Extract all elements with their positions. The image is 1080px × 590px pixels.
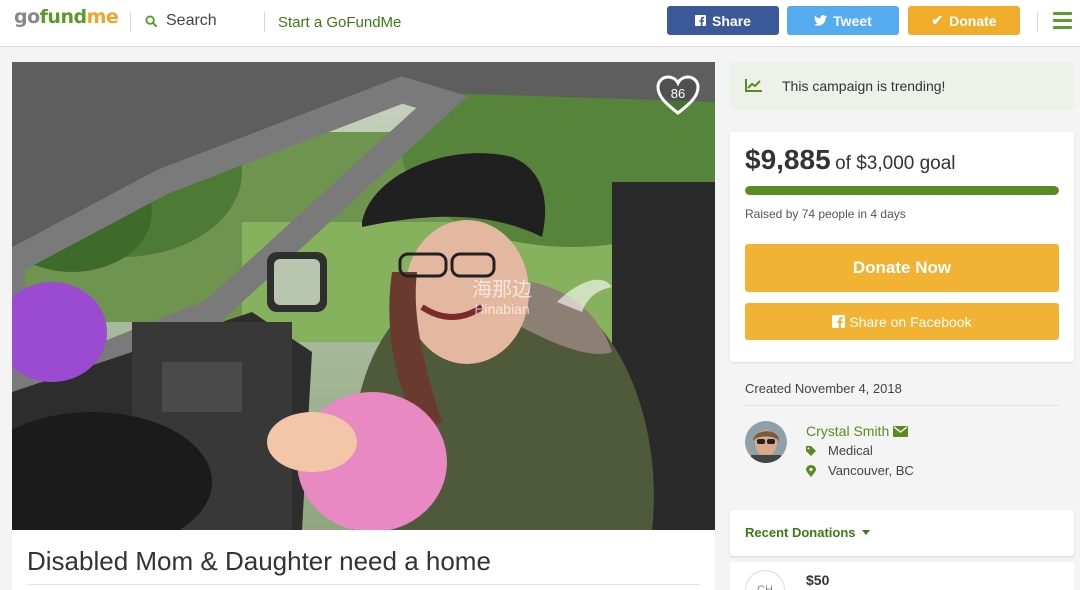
photo-illustration: 海那边 Hinabian xyxy=(12,62,715,530)
share-on-facebook-button[interactable]: Share on Facebook xyxy=(745,303,1059,340)
start-gofundme-link[interactable]: Start a GoFundMe xyxy=(278,14,401,31)
organizer-name: Crystal Smith xyxy=(806,423,890,439)
progress-bar-fill xyxy=(745,186,1059,195)
caret-down-icon xyxy=(861,530,870,535)
location-label: Vancouver, BC xyxy=(828,463,914,478)
divider xyxy=(1037,12,1038,32)
trending-banner: This campaign is trending! xyxy=(730,62,1074,110)
organizer-category: Medical xyxy=(806,443,873,458)
divider xyxy=(264,12,265,32)
donate-button[interactable]: ✔ Donate xyxy=(908,6,1020,35)
progress-bar xyxy=(745,186,1059,195)
donation-amount: $50 xyxy=(806,572,830,588)
donation-list-item: CH $50 xyxy=(730,562,1074,590)
donor-avatar: CH xyxy=(745,570,785,590)
search-label: Search xyxy=(166,12,217,29)
campaign-title: Disabled Mom & Daughter need a home xyxy=(27,546,491,576)
trending-chart-icon xyxy=(745,79,762,92)
donate-label: Donate xyxy=(949,12,997,29)
watermark-english: Hinabian xyxy=(474,301,529,317)
share-facebook-label: Share on Facebook xyxy=(849,313,972,330)
checkmark-icon: ✔ xyxy=(931,12,944,28)
raised-stats: Raised by 74 people in 4 days xyxy=(745,207,906,221)
donation-summary-card: $9,885 of $3,000 goal Raised by 74 peopl… xyxy=(730,132,1074,362)
organizer-name-link[interactable]: Crystal Smith xyxy=(806,423,909,439)
goal-text: of $3,000 goal xyxy=(835,153,956,174)
trending-text: This campaign is trending! xyxy=(782,78,946,94)
divider xyxy=(745,405,1059,406)
tweet-button[interactable]: Tweet xyxy=(787,6,899,35)
tweet-label: Tweet xyxy=(833,12,872,29)
raised-amount: $9,885 of $3,000 goal xyxy=(745,144,956,176)
hamburger-menu-icon[interactable] xyxy=(1053,12,1072,33)
map-pin-icon xyxy=(806,464,816,477)
recent-donations-header: Recent Donations xyxy=(730,510,1074,556)
top-navbar: gofundme Search Start a GoFundMe Share T… xyxy=(0,0,1080,47)
search-icon xyxy=(145,14,158,27)
tag-icon xyxy=(806,445,816,456)
organizer-location: Vancouver, BC xyxy=(806,463,914,478)
recent-donations-label: Recent Donations xyxy=(745,525,856,540)
campaign-photo: 海那边 Hinabian xyxy=(12,62,715,530)
divider xyxy=(130,12,131,32)
gofundme-logo[interactable]: gofundme xyxy=(14,6,119,28)
title-card: Disabled Mom & Daughter need a home xyxy=(12,530,715,590)
watermark-chinese: 海那边 xyxy=(472,277,532,301)
search-link[interactable]: Search xyxy=(145,12,217,30)
facebook-icon xyxy=(832,315,846,328)
organizer-avatar[interactable] xyxy=(745,421,787,463)
heart-count: 86 xyxy=(670,86,686,101)
recent-donations-toggle[interactable]: Recent Donations xyxy=(745,525,870,540)
envelope-icon[interactable] xyxy=(893,425,909,437)
facebook-icon xyxy=(695,15,707,26)
category-label: Medical xyxy=(828,443,873,458)
twitter-icon xyxy=(814,15,828,26)
raised-value: $9,885 xyxy=(745,144,831,175)
share-label: Share xyxy=(712,12,751,29)
divider xyxy=(27,584,700,585)
created-date: Created November 4, 2018 xyxy=(745,381,902,396)
share-button[interactable]: Share xyxy=(667,6,779,35)
donate-now-button[interactable]: Donate Now xyxy=(745,244,1059,292)
